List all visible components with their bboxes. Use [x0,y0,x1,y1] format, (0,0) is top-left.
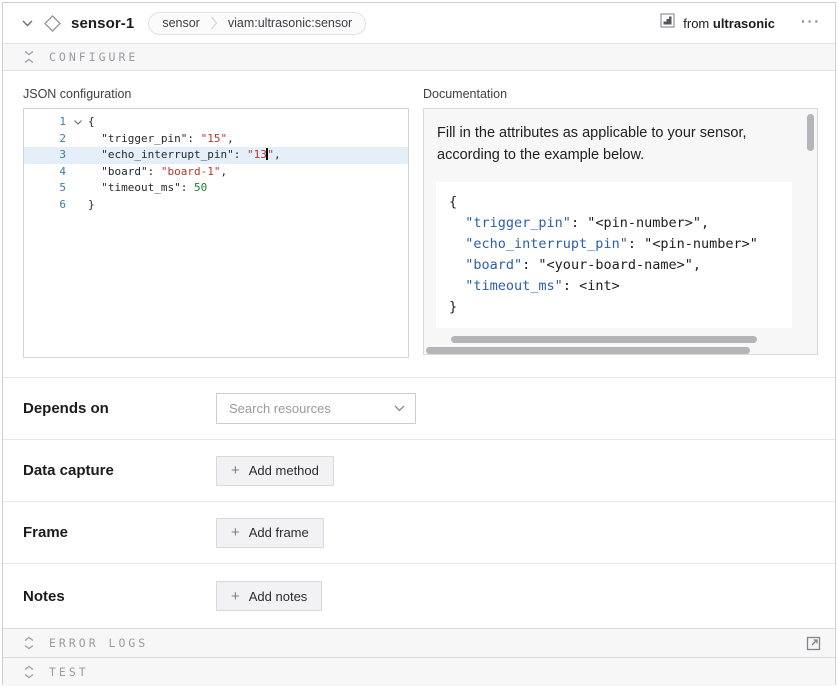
doc-code-line: "trigger_pin": "<pin-number>", [449,213,792,234]
line-number: 2 [24,131,68,148]
doc-code-line: "timeout_ms": <int> [449,276,792,297]
editor-code-text: "trigger_pin": "15", [88,131,408,148]
error-logs-section-bar[interactable]: ERROR LOGS [3,628,835,657]
doc-code-line: } [449,297,792,318]
type-badge-label: sensor [162,16,200,30]
notes-row: Notes + Add notes [3,563,835,628]
data-capture-label: Data capture [23,462,216,479]
documentation-intro-text: Fill in the attributes as applicable to … [437,122,791,166]
expand-panel-icon [23,636,35,650]
plus-icon: + [231,525,240,540]
notes-label: Notes [23,588,216,605]
error-logs-section-label: ERROR LOGS [49,636,148,650]
line-number: 5 [24,180,68,197]
sensor-diamond-icon [43,14,62,33]
collapse-panel-icon [23,50,35,64]
editor-line[interactable]: 6} [24,197,408,214]
depends-on-row: Depends on Search resources [3,377,835,439]
expand-panel-icon [23,665,35,679]
editor-line[interactable]: 4 "board": "board-1", [24,164,408,181]
plus-icon: + [231,463,240,478]
overflow-menu-button[interactable]: ··· [801,14,821,32]
add-frame-button[interactable]: + Add frame [216,518,324,548]
fold-gutter [68,131,88,148]
from-module-text: from ultrasonic [683,16,775,31]
json-configuration-label: JSON configuration [23,87,409,101]
module-icon [660,13,675,33]
editor-code-text: "timeout_ms": 50 [88,180,408,197]
editor-line[interactable]: 1{ [24,114,408,131]
component-card: sensor-1 sensor viam:ultrasonic:sensor f… [2,2,836,685]
doc-horizontal-scrollbar[interactable] [426,347,750,354]
test-section-bar[interactable]: TEST [3,657,835,686]
doc-vertical-scrollbar[interactable] [807,114,814,151]
doc-code-line: { [449,192,792,213]
add-method-button[interactable]: + Add method [216,456,334,486]
fold-gutter [68,147,88,164]
configure-body: JSON configuration 1{2 "trigger_pin": "1… [3,71,835,377]
editor-code-text: { [88,114,408,131]
collapse-chevron-icon[interactable] [19,15,35,31]
attribute-rows: Depends on Search resources Data capture… [3,377,835,628]
configure-section-label: CONFIGURE [49,50,138,64]
frame-row: Frame + Add frame [3,501,835,563]
line-number: 4 [24,164,68,181]
doc-code-line: "echo_interrupt_pin": "<pin-number>" [449,234,792,255]
open-logs-external-icon[interactable] [806,636,821,651]
editor-line[interactable]: 5 "timeout_ms": 50 [24,180,408,197]
add-notes-button[interactable]: + Add notes [216,581,322,611]
component-header: sensor-1 sensor viam:ultrasonic:sensor f… [3,3,835,43]
configure-section-bar[interactable]: CONFIGURE [3,43,835,71]
documentation-label: Documentation [423,87,818,101]
fold-chevron-icon[interactable] [68,114,88,131]
documentation-code-example: { "trigger_pin": "<pin-number>", "echo_i… [436,182,792,328]
test-section-label: TEST [49,665,89,679]
editor-line[interactable]: 2 "trigger_pin": "15", [24,131,408,148]
editor-code-text: } [88,197,408,214]
depends-on-label: Depends on [23,400,216,417]
line-number: 6 [24,197,68,214]
editor-line[interactable]: 3 "echo_interrupt_pin": "13", [24,147,408,164]
editor-code-text: "echo_interrupt_pin": "13", [88,147,408,164]
editor-code-text: "board": "board-1", [88,164,408,181]
line-number: 3 [24,147,68,164]
model-badge-label: viam:ultrasonic:sensor [228,16,352,30]
doc-code-line: "board": "<your-board-name>", [449,255,792,276]
depends-on-placeholder: Search resources [229,401,394,416]
documentation-panel: Fill in the attributes as applicable to … [423,108,818,355]
fold-gutter [68,197,88,214]
line-number: 1 [24,114,68,131]
component-title: sensor-1 [71,15,134,32]
chevron-down-icon [394,405,405,412]
code-horizontal-scrollbar[interactable] [451,336,757,343]
chevron-right-icon [210,14,218,32]
fold-gutter [68,164,88,181]
data-capture-row: Data capture + Add method [3,439,835,501]
depends-on-select[interactable]: Search resources [216,393,416,424]
frame-label: Frame [23,524,216,541]
json-editor[interactable]: 1{2 "trigger_pin": "15",3 "echo_interrup… [23,108,409,358]
plus-icon: + [231,589,240,604]
component-type-badge: sensor viam:ultrasonic:sensor [148,12,366,35]
fold-gutter [68,180,88,197]
